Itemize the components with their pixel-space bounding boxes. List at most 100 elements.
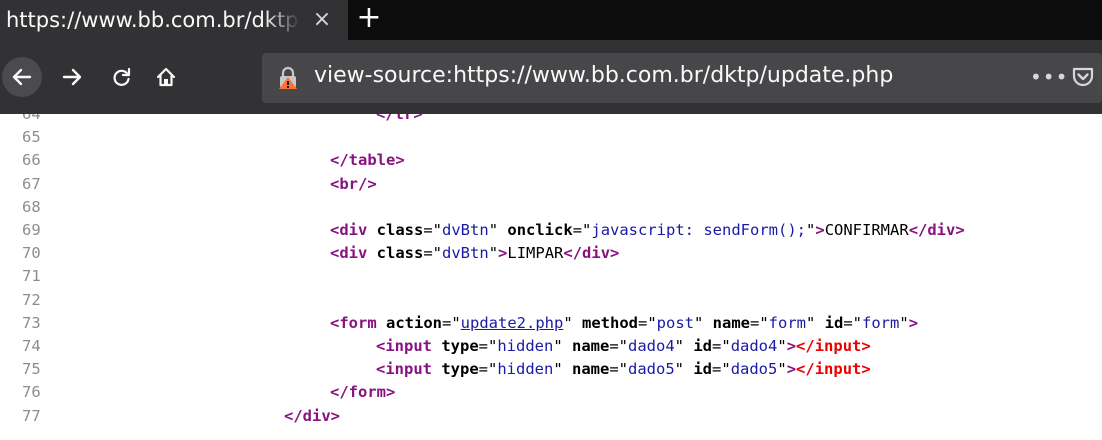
pocket-icon[interactable] <box>1070 64 1096 90</box>
code-token: <input <box>376 360 442 379</box>
code-token: " <box>553 360 572 379</box>
code-token: =" <box>638 313 657 332</box>
forward-button[interactable] <box>52 57 92 97</box>
code-token: =" <box>423 244 443 263</box>
code-token: CONFIRMAR <box>824 221 909 239</box>
code-token: <form <box>330 313 386 332</box>
code-token: </div> <box>284 406 340 425</box>
code-token: =" <box>712 360 731 379</box>
url-bar[interactable]: view-source:https://www.bb.com.br/dktp/u… <box>262 53 1102 103</box>
page-actions-menu-icon[interactable]: ••• <box>1030 67 1068 87</box>
reload-icon <box>113 67 131 86</box>
line-number: 76 <box>22 383 41 402</box>
code-token: =" <box>843 313 863 332</box>
source-line: 73 <form action="update2.php" method="pos… <box>0 312 1102 335</box>
code-token: " <box>488 221 508 239</box>
source-view[interactable]: 64 </tr> 65 66 </table> 67 <br/> 68 69 <div class… <box>0 114 1102 440</box>
line-code: <div class="dvBtn">LIMPAR</div> <box>330 242 619 265</box>
line-number: 74 <box>22 337 41 355</box>
code-token: form <box>768 313 806 332</box>
code-token: =" <box>423 221 443 239</box>
code-token: </div> <box>908 221 965 239</box>
code-token: > <box>498 244 508 263</box>
source-line: 71 <box>0 265 1102 288</box>
back-button[interactable] <box>2 57 42 97</box>
source-line: 75 <input type="hidden" name="dado5" id="… <box>0 358 1102 381</box>
code-token: type <box>441 337 479 355</box>
tab-close-icon[interactable]: × <box>310 8 334 32</box>
source-line: 76 </form> <box>0 381 1102 404</box>
code-token: " <box>563 313 582 332</box>
code-token: <div <box>330 221 377 239</box>
back-arrow-icon <box>12 68 32 86</box>
line-code: <div class="dvBtn" onclick="javascript: … <box>330 219 965 242</box>
code-token: =" <box>478 360 498 379</box>
code-token: " <box>674 360 694 379</box>
code-token: post <box>656 313 694 332</box>
source-line: 74 <input type="hidden" name="dado4" id="… <box>0 335 1102 358</box>
line-number: 75 <box>22 360 41 379</box>
line-number: 69 <box>22 221 41 239</box>
home-button[interactable] <box>146 57 186 97</box>
code-token: hidden <box>497 337 554 355</box>
code-token: dado5 <box>730 360 778 379</box>
navigation-toolbar: view-source:https://www.bb.com.br/dktp/u… <box>0 40 1102 114</box>
line-code: </table> <box>330 149 405 172</box>
source-line: 70 <div class="dvBtn">LIMPAR</div> <box>0 242 1102 265</box>
url-text[interactable]: view-source:https://www.bb.com.br/dktp/u… <box>314 63 893 88</box>
code-token: class <box>376 221 424 239</box>
line-number: 68 <box>22 197 41 216</box>
source-line: 65 <box>0 126 1102 149</box>
code-token: name <box>712 313 750 332</box>
source-link[interactable]: update2.php <box>461 314 564 332</box>
code-token: " <box>899 313 909 332</box>
code-token: > <box>908 313 919 332</box>
line-code: <form action="update2.php" method="post"… <box>330 312 918 335</box>
line-number: 72 <box>22 290 41 309</box>
forward-arrow-icon <box>62 68 82 86</box>
code-token: </table> <box>330 151 405 170</box>
code-token: =" <box>442 313 461 332</box>
line-code: <input type="hidden" name="dado5" id="da… <box>376 358 871 381</box>
active-tab[interactable]: https://www.bb.com.br/dktp × <box>0 0 348 40</box>
line-code: <br/> <box>330 173 377 196</box>
code-token: hidden <box>497 360 554 379</box>
code-token: </div> <box>563 244 620 263</box>
code-token: </input> <box>796 360 871 379</box>
code-token: </input> <box>796 337 871 355</box>
line-code: <input type="hidden" name="dado4" id="da… <box>376 335 871 358</box>
code-token: LIMPAR <box>507 244 564 263</box>
source-line: 67 <br/> <box>0 173 1102 196</box>
code-token: dado4 <box>730 337 778 355</box>
code-token: " <box>674 337 694 355</box>
line-code: </form> <box>330 381 395 404</box>
reload-button[interactable] <box>102 57 142 97</box>
code-token: " <box>553 337 572 355</box>
source-line: 66 </table> <box>0 149 1102 172</box>
code-token: " <box>694 313 713 332</box>
line-number: 67 <box>22 174 41 193</box>
source-line: 69 <div class="dvBtn" onclick="javascript… <box>0 219 1102 242</box>
code-token: " <box>777 337 787 355</box>
code-token: > <box>815 221 825 239</box>
code-token: > <box>786 360 797 379</box>
line-code: </tr> <box>376 114 423 126</box>
line-number: 71 <box>22 267 41 286</box>
source-line: 68 <box>0 196 1102 219</box>
code-token: form <box>862 313 900 332</box>
insecure-lock-icon[interactable] <box>276 66 300 90</box>
tab-strip: https://www.bb.com.br/dktp × + <box>0 0 1102 40</box>
code-token: <br/> <box>330 174 377 193</box>
code-token: =" <box>609 360 628 379</box>
line-number: 65 <box>22 128 41 147</box>
tab-title: https://www.bb.com.br/dktp <box>6 8 299 32</box>
code-token: class <box>376 244 424 263</box>
code-token: action <box>386 313 442 332</box>
home-icon <box>156 67 176 87</box>
code-token: </form> <box>330 383 396 402</box>
code-token: onclick <box>507 221 573 239</box>
source-line: 77 </div> <box>0 405 1102 428</box>
code-token: =" <box>572 221 592 239</box>
code-token: id <box>693 337 713 355</box>
new-tab-button[interactable]: + <box>352 2 386 36</box>
